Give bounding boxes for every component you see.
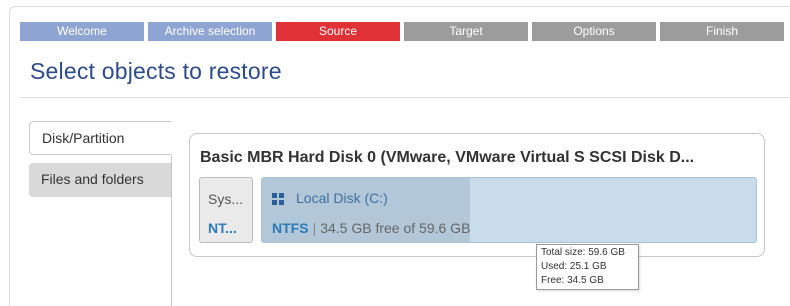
tab-divider (171, 155, 172, 306)
tab-files-and-folders[interactable]: Files and folders (29, 163, 171, 197)
partition-info: NTFS | 34.5 GB free of 59.6 GB (272, 220, 470, 236)
disk-panel: Basic MBR Hard Disk 0 (VMware, VMware Vi… (189, 133, 765, 257)
step-options: Options (532, 22, 656, 41)
partition-filesystem: NTFS (272, 220, 309, 236)
title-divider (20, 97, 790, 98)
wizard-steps: Welcome Archive selection Source Target … (20, 22, 784, 41)
step-target: Target (404, 22, 528, 41)
step-finish: Finish (660, 22, 784, 41)
partition-tooltip: Total size: 59.6 GB Used: 25.1 GB Free: … (536, 244, 639, 290)
partition-name: Local Disk (C:) (296, 190, 388, 206)
tooltip-free: Free: 34.5 GB (541, 275, 604, 286)
disk-title: Basic MBR Hard Disk 0 (VMware, VMware Vi… (200, 149, 695, 166)
windows-icon (272, 193, 284, 205)
tooltip-used: Used: 25.1 GB (541, 261, 607, 272)
step-archive-selection: Archive selection (148, 22, 272, 41)
partition-name: Sys... (208, 191, 244, 207)
tooltip-total-size: Total size: 59.6 GB (541, 247, 625, 258)
partition-filesystem: NT... (208, 220, 237, 236)
step-welcome: Welcome (20, 22, 144, 41)
partition-usage: 34.5 GB free of 59.6 GB (320, 220, 471, 236)
tab-disk-partition[interactable]: Disk/Partition (29, 121, 171, 155)
partition-system-reserved[interactable]: Sys... NT... (199, 177, 253, 243)
partition-local-disk-c[interactable]: Local Disk (C:) NTFS | 34.5 GB free of 59.… (261, 177, 757, 243)
step-source: Source (276, 22, 400, 41)
page-title: Select objects to restore (30, 58, 282, 84)
info-separator: | (312, 220, 317, 236)
